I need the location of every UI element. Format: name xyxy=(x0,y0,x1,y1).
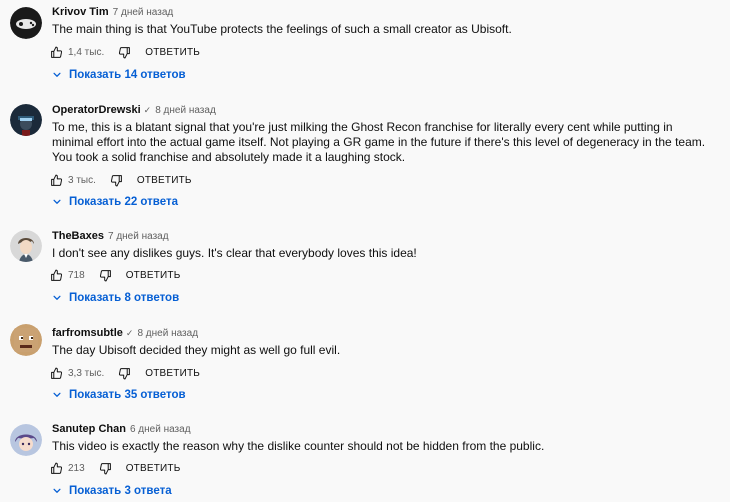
comment-actions: 3,3 тыс. ОТВЕТИТЬ xyxy=(50,365,200,381)
thumbs-up-icon[interactable] xyxy=(50,269,63,282)
author-name[interactable]: OperatorDrewski xyxy=(52,104,141,116)
comment-actions: 718 ОТВЕТИТЬ xyxy=(50,267,180,283)
comment-text: To me, this is a blatant signal that you… xyxy=(52,120,706,164)
show-replies-button[interactable]: Показать 8 ответов xyxy=(52,290,179,306)
comment-header: Sanutep Chan 6 дней назад xyxy=(52,422,191,437)
comment-text: The day Ubisoft decided they might as we… xyxy=(52,343,341,357)
author-name[interactable]: TheBaxes xyxy=(52,230,104,242)
comment-text: I don't see any dislikes guys. It's clea… xyxy=(52,246,417,260)
author-name[interactable]: Sanutep Chan xyxy=(52,423,126,435)
timestamp[interactable]: 7 дней назад xyxy=(108,231,169,242)
like-count: 213 xyxy=(68,462,85,474)
show-replies-label: Показать 35 ответов xyxy=(69,389,186,401)
reply-button[interactable]: ОТВЕТИТЬ xyxy=(126,463,181,474)
chevron-down-icon xyxy=(52,390,62,400)
like-count: 3,3 тыс. xyxy=(68,367,105,379)
thumbs-up-icon[interactable] xyxy=(50,46,63,59)
comment-header: OperatorDrewski ✓ 8 дней назад xyxy=(52,103,216,118)
reply-button[interactable]: ОТВЕТИТЬ xyxy=(126,270,181,281)
thumbs-up-icon[interactable] xyxy=(50,367,63,380)
comment-header: TheBaxes 7 дней назад xyxy=(52,229,169,244)
pixel-face-avatar[interactable] xyxy=(10,324,42,356)
timestamp[interactable]: 6 дней назад xyxy=(130,424,191,435)
verified-check-icon: ✓ xyxy=(143,105,152,115)
thumbs-down-icon[interactable] xyxy=(99,269,112,282)
timestamp[interactable]: 8 дней назад xyxy=(137,328,198,339)
thumbs-up-icon[interactable] xyxy=(50,462,63,475)
comment-actions: 1,4 тыс. ОТВЕТИТЬ xyxy=(50,44,200,60)
show-replies-button[interactable]: Показать 35 ответов xyxy=(52,387,186,403)
show-replies-label: Показать 14 ответов xyxy=(69,69,186,81)
reply-button[interactable]: ОТВЕТИТЬ xyxy=(145,47,200,58)
show-replies-button[interactable]: Показать 22 ответа xyxy=(52,194,178,210)
timestamp[interactable]: 7 дней назад xyxy=(113,7,174,18)
reply-button[interactable]: ОТВЕТИТЬ xyxy=(137,175,192,186)
show-replies-label: Показать 8 ответов xyxy=(69,292,180,304)
thumbs-down-icon[interactable] xyxy=(118,46,131,59)
comment-header: Krivov Tim 7 дней назад xyxy=(52,5,173,20)
thumbs-up-icon[interactable] xyxy=(50,174,63,187)
thumbs-down-icon[interactable] xyxy=(118,367,131,380)
like-count: 3 тыс. xyxy=(68,174,96,186)
like-count: 718 xyxy=(68,269,85,281)
chevron-down-icon xyxy=(52,293,62,303)
soldier-avatar[interactable] xyxy=(10,104,42,136)
timestamp[interactable]: 8 дней назад xyxy=(155,105,216,116)
show-replies-button[interactable]: Показать 3 ответа xyxy=(52,483,172,499)
anime-character-avatar[interactable] xyxy=(10,230,42,262)
thumbs-down-icon[interactable] xyxy=(99,462,112,475)
chevron-down-icon xyxy=(52,486,62,496)
thumbs-down-icon[interactable] xyxy=(110,174,123,187)
comment-actions: 213 ОТВЕТИТЬ xyxy=(50,460,180,476)
gamepad-avatar[interactable] xyxy=(10,7,42,39)
like-count: 1,4 тыс. xyxy=(68,46,105,58)
author-name[interactable]: Krivov Tim xyxy=(52,6,109,18)
chevron-down-icon xyxy=(52,70,62,80)
comment-text: This video is exactly the reason why the… xyxy=(52,439,545,453)
comment-text: The main thing is that YouTube protects … xyxy=(52,22,512,36)
chevron-down-icon xyxy=(52,197,62,207)
verified-check-icon: ✓ xyxy=(125,328,134,338)
reply-button[interactable]: ОТВЕТИТЬ xyxy=(145,368,200,379)
anime-girl-avatar[interactable] xyxy=(10,424,42,456)
show-replies-label: Показать 3 ответа xyxy=(69,485,172,497)
comment-header: farfromsubtle ✓ 8 дней назад xyxy=(52,326,198,341)
show-replies-label: Показать 22 ответа xyxy=(69,196,178,208)
comment-actions: 3 тыс. ОТВЕТИТЬ xyxy=(50,172,192,188)
show-replies-button[interactable]: Показать 14 ответов xyxy=(52,67,186,83)
author-name[interactable]: farfromsubtle xyxy=(52,327,123,339)
